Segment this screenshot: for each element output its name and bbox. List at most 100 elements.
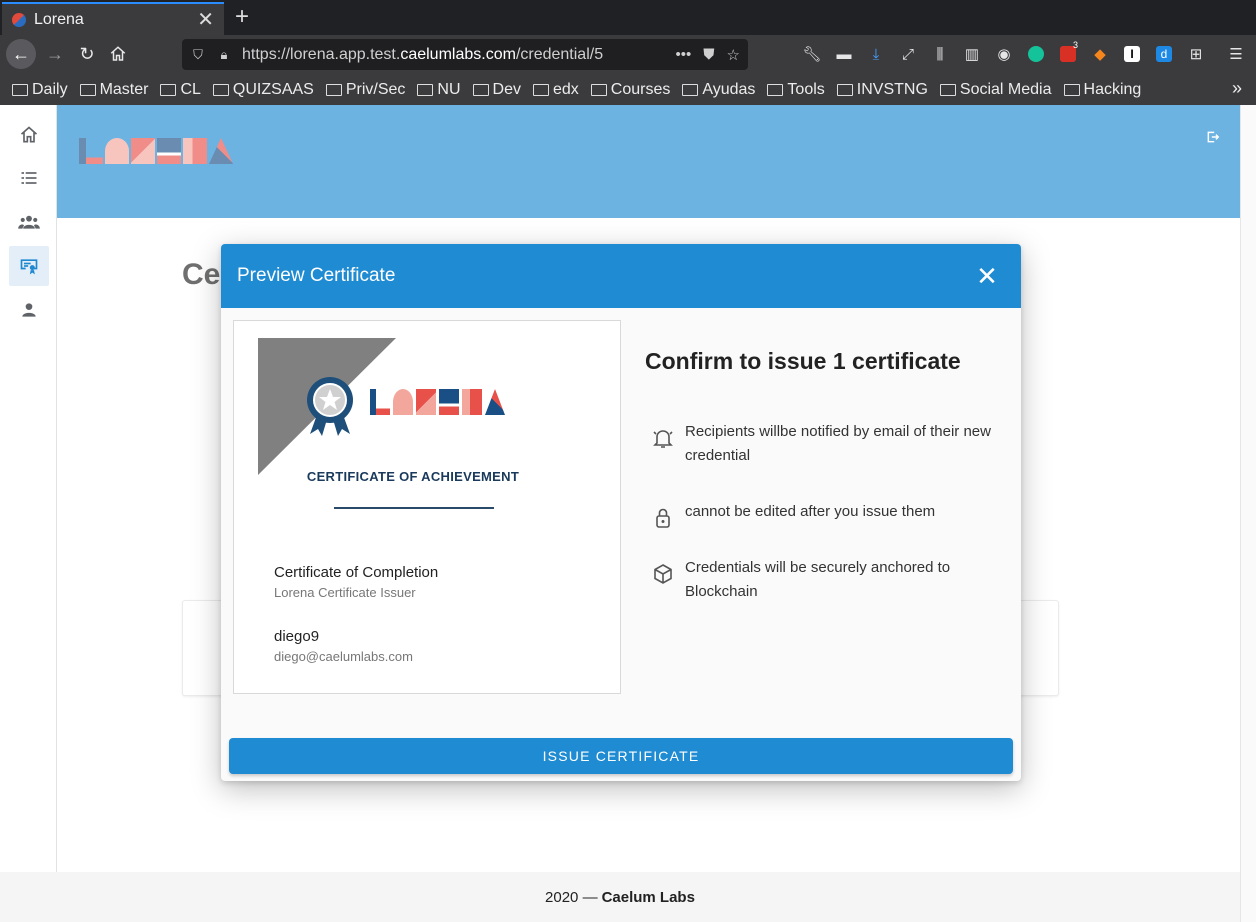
sidebar-item-list[interactable]	[9, 158, 49, 198]
home-icon	[20, 126, 38, 143]
info-text: Credentials will be securely anchored to…	[685, 559, 951, 600]
issue-certificate-button[interactable]: ISSUE CERTIFICATE	[229, 738, 1013, 774]
tab-close-icon[interactable]: ✕	[197, 7, 214, 32]
bookmark-folder[interactable]: INVSTNG	[836, 81, 928, 99]
person-icon	[22, 303, 36, 317]
certificate-divider	[334, 507, 494, 509]
certificate-heading: CERTIFICATE OF ACHIEVEMENT	[306, 469, 520, 484]
browser-tab[interactable]: Lorena ✕	[2, 2, 224, 35]
list-icon	[21, 172, 37, 184]
lock-icon	[656, 508, 670, 528]
bookmark-folder[interactable]: QUIZSAAS	[212, 81, 314, 99]
recipient-name: diego9	[274, 628, 320, 645]
back-button[interactable]: ←	[6, 39, 36, 69]
tab-title: Lorena	[34, 10, 84, 28]
url-bar[interactable]: ⛉ 🔒︎ https://lorena.app.test.caelumlabs.…	[182, 39, 748, 70]
bookmark-folder[interactable]: CL	[160, 81, 201, 99]
footer-year: 2020 —	[545, 888, 598, 906]
browser-tab-strip: Lorena ✕ +	[0, 0, 1256, 35]
certificate-name: Certificate of Completion	[274, 564, 439, 581]
recipient-email: diego@caelumlabs.com	[274, 649, 413, 664]
sidebar-toggle-icon[interactable]: ▥	[956, 40, 988, 68]
folder-icon	[12, 83, 28, 96]
shield-icon[interactable]: ⛉	[190, 47, 206, 63]
menu-icon[interactable]: ☰	[1220, 40, 1252, 68]
folder-icon	[79, 83, 96, 96]
folder-icon	[767, 83, 784, 96]
reload-button[interactable]: ↻	[73, 40, 101, 68]
forward-button[interactable]: →	[41, 40, 69, 68]
app-sidebar	[0, 105, 57, 922]
bookmark-folder[interactable]: Tools	[767, 81, 825, 99]
info-item-notify: Recipients willbe notified by email of t…	[651, 420, 991, 468]
pocket-icon[interactable]: ⛊	[703, 46, 714, 63]
logo-letter	[439, 389, 459, 415]
page-actions-icon[interactable]: •••	[676, 46, 692, 63]
library-icon[interactable]: ⫼	[924, 40, 956, 68]
bell-icon	[653, 430, 673, 448]
logo-letter	[416, 389, 436, 415]
new-tab-button[interactable]: +	[230, 3, 254, 31]
home-icon	[110, 46, 126, 61]
logo-letter	[370, 389, 390, 415]
bookmark-folder[interactable]: Hacking	[1063, 81, 1141, 99]
folder-icon	[212, 83, 229, 96]
dialog-title: Preview Certificate	[237, 265, 396, 286]
star-icon[interactable]: ☆	[727, 46, 740, 64]
toolbar-extensions: 🔧︎ ▬ ⤓ ⤢ ⫼ ▥ ◉ 3 ◆ I d ⊞ ☰	[796, 40, 1252, 68]
bookmark-folder[interactable]: Social Media	[939, 81, 1052, 99]
sidebar-item-profile[interactable]	[9, 290, 49, 330]
bookmark-folder[interactable]: Daily	[12, 81, 68, 99]
browser-toolbar: ← → ↻ ⛉ 🔒︎ https://lorena.app.test.caelu…	[0, 35, 1256, 74]
bookmark-folder[interactable]: NU	[417, 81, 461, 99]
page-footer: 2020 — Caelum Labs	[0, 872, 1240, 922]
bookmark-folder[interactable]: Dev	[472, 81, 521, 99]
notification-count: 3	[1072, 40, 1078, 50]
dialog-header: Preview Certificate ✕	[221, 244, 1021, 308]
folder-icon	[472, 83, 489, 96]
page-scrollbar[interactable]	[1240, 105, 1256, 922]
close-icon[interactable]: ✕	[969, 263, 1005, 289]
account-icon[interactable]: ◉	[988, 40, 1020, 68]
bookmark-folder[interactable]: Master	[79, 81, 148, 99]
certificate-lorena-logo	[370, 389, 508, 415]
expand-icon[interactable]: ⤢	[892, 40, 924, 68]
wrench-icon[interactable]: 🔧︎	[796, 40, 828, 68]
lock-icon[interactable]: 🔒︎	[216, 47, 232, 63]
certificate-issuer: Lorena Certificate Issuer	[274, 585, 416, 600]
download-icon[interactable]: ⤓	[860, 40, 892, 68]
grammarly-icon[interactable]	[1020, 40, 1052, 68]
info-item-immutable: cannot be edited after you issue them	[651, 500, 991, 530]
home-button[interactable]	[104, 40, 132, 68]
info-item-blockchain: Credentials will be securely anchored to…	[651, 556, 991, 604]
folder-icon	[836, 83, 853, 96]
metamask-icon[interactable]: ◆	[1084, 40, 1116, 68]
award-ribbon-icon	[307, 377, 353, 436]
info-text: cannot be edited after you issue them	[685, 503, 936, 520]
folder-icon	[160, 83, 177, 96]
bookmark-folder[interactable]: Priv/Sec	[325, 81, 405, 99]
lorena-favicon-icon	[12, 12, 26, 27]
d-extension-icon[interactable]: d	[1148, 40, 1180, 68]
bookmark-folder[interactable]: edx	[532, 81, 579, 99]
bookmarks-overflow-icon[interactable]: »	[1232, 78, 1242, 99]
sidebar-item-groups[interactable]	[9, 202, 49, 242]
logo-letter	[393, 389, 413, 415]
sidebar-item-credentials[interactable]	[9, 246, 49, 286]
instapaper-icon[interactable]: I	[1116, 40, 1148, 68]
folder-icon	[682, 83, 699, 96]
folder-icon	[939, 83, 956, 96]
notification-extension-icon[interactable]: 3	[1052, 40, 1084, 68]
add-extension-icon[interactable]: ⊞	[1180, 40, 1212, 68]
credential-icon	[20, 259, 38, 275]
sidebar-item-home[interactable]	[9, 115, 49, 155]
bookmark-folder[interactable]: Ayudas	[682, 81, 755, 99]
folder-icon	[590, 83, 607, 96]
bookmark-folder[interactable]: Courses	[590, 81, 670, 99]
laptop-icon[interactable]: ▬	[828, 40, 860, 68]
url-text[interactable]: https://lorena.app.test.caelumlabs.com/c…	[242, 46, 664, 64]
info-text: Recipients willbe notified by email of t…	[685, 423, 991, 464]
folder-icon	[325, 83, 342, 96]
folder-icon	[1063, 83, 1080, 96]
bookmarks-bar: Daily Master CL QUIZSAAS Priv/Sec NU Dev…	[0, 74, 1256, 105]
